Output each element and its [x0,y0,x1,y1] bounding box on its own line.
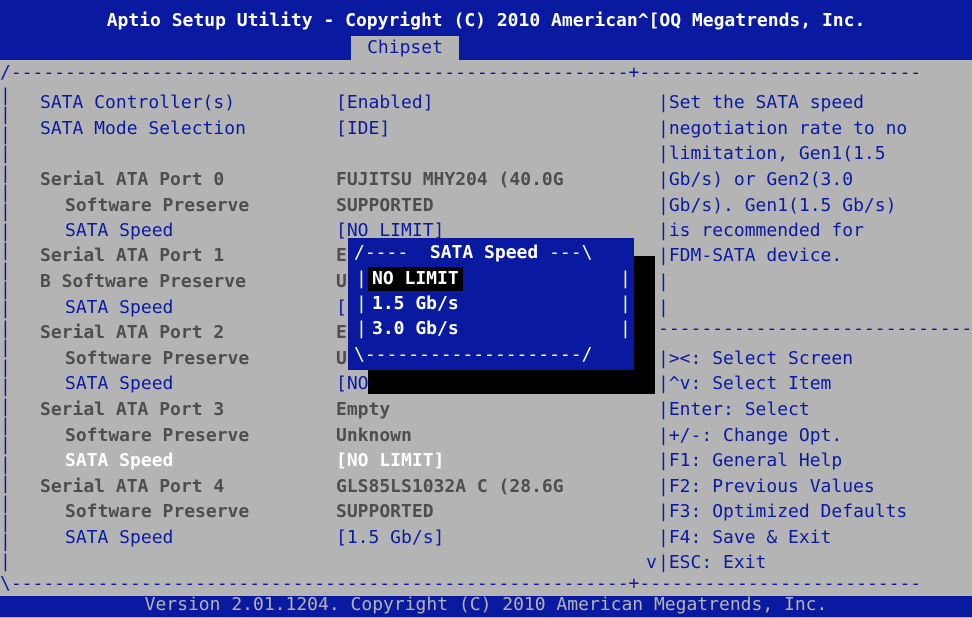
setting-label-port3-preserve: Software Preserve [65,425,250,446]
help-panel-border: | [658,297,669,318]
footer-copyright: Version 2.01.1204. Copyright (C) 2010 Am… [144,594,828,615]
setting-value-port0: FUJITSU MHY204 (40.0G [336,169,564,190]
header-bar: Aptio Setup Utility - Copyright (C) 2010… [0,0,972,60]
sata-speed-popup[interactable]: /---- SATA Speed ---\ | | | | | | NO LIM… [348,238,634,370]
setting-label-port4: Serial ATA Port 4 [40,476,225,497]
setting-label-port0-preserve: Software Preserve [65,195,250,216]
setting-label-port2-preserve: Software Preserve [65,348,250,369]
help-line: |negotiation rate to no [658,118,908,139]
setting-label-sata-mode[interactable]: SATA Mode Selection [40,116,246,142]
popup-bottom-border: \--------------------/ [354,344,593,365]
setting-label-port2-speed[interactable]: SATA Speed [65,371,173,397]
setting-value-port1: E [336,245,347,266]
setting-label-port4-speed[interactable]: SATA Speed [65,525,173,551]
setting-value-port4-preserve: SUPPORTED [336,501,434,522]
frame-left-border: | | | | | | | | | | | | | | | | | | | | … [0,85,11,572]
setting-label-port1: Serial ATA Port 1 [40,245,225,266]
key-help-esc: |ESC: Exit [658,552,767,573]
key-help-f2: |F2: Previous Values [658,476,875,497]
setting-label-port2: Serial ATA Port 2 [40,322,225,343]
key-help-enter: |Enter: Select [658,399,810,420]
setting-value-port1-speed[interactable]: [ [336,295,347,321]
setting-value-port2-preserve: U [336,348,347,369]
help-line: |is recommended for [658,220,864,241]
help-line: |limitation, Gen1(1.5 [658,143,886,164]
key-help-f4: |F4: Save & Exit [658,527,832,548]
setting-label-port1-preserve: B Software Preserve [40,271,246,292]
setting-value-sata-mode[interactable]: [IDE] [336,116,390,142]
popup-title: SATA Speed [429,242,539,263]
popup-option-no-limit[interactable]: NO LIMIT [368,267,463,291]
setting-value-port4: GLS85LS1032A C (28.6G [336,476,564,497]
setting-value-sata-controllers[interactable]: [Enabled] [336,90,434,116]
frame-top-border: /---------------------------------------… [0,62,922,83]
key-help-select-screen: |><: Select Screen [658,348,854,369]
popup-right-border: | | | [620,268,631,339]
key-help-f3: |F3: Optimized Defaults [658,501,908,522]
popup-option-1-5-gbs[interactable]: 1.5 Gb/s [368,292,463,316]
key-help-change-opt: |+/-: Change Opt. [658,425,843,446]
setting-value-port1-preserve: U [336,271,347,292]
key-help-select-item: |^v: Select Item [658,373,832,394]
setting-label-sata-controllers[interactable]: SATA Controller(s) [40,90,235,116]
tab-chipset[interactable]: Chipset [351,36,459,60]
help-panel-border: | [658,271,669,292]
setting-value-port2: E [336,322,347,343]
key-help-f1: |F1: General Help [658,450,843,471]
setting-label-port3-speed[interactable]: SATA Speed [65,448,173,474]
setting-label-port4-preserve: Software Preserve [65,501,250,522]
setting-value-port4-speed[interactable]: [1.5 Gb/s] [336,525,444,551]
popup-option-3-0-gbs[interactable]: 3.0 Gb/s [368,317,463,341]
setting-label-port3: Serial ATA Port 3 [40,399,225,420]
setting-label-port1-speed[interactable]: SATA Speed [65,295,173,321]
popup-top-border: /---- SATA Speed ---\ [354,242,593,263]
setting-label-port0-speed[interactable]: SATA Speed [65,218,173,244]
help-divider: -------------------------------- [658,318,972,339]
help-line: |Gb/s) or Gen2(3.0 [658,169,854,190]
help-line: |Gb/s). Gen1(1.5 Gb/s) [658,195,897,216]
footer-bar: Version 2.01.1204. Copyright (C) 2010 Am… [0,594,972,617]
window-title: Aptio Setup Utility - Copyright (C) 2010… [106,10,866,31]
setting-value-port3-speed[interactable]: [NO LIMIT] [336,448,444,474]
setting-label-port0: Serial ATA Port 0 [40,169,225,190]
popup-left-border: | | | [356,268,367,339]
help-line: |FDM-SATA device. [658,245,843,266]
help-line: |Set the SATA speed [658,92,864,113]
setting-value-port0-preserve: SUPPORTED [336,195,434,216]
scroll-down-indicator: v [646,552,657,573]
